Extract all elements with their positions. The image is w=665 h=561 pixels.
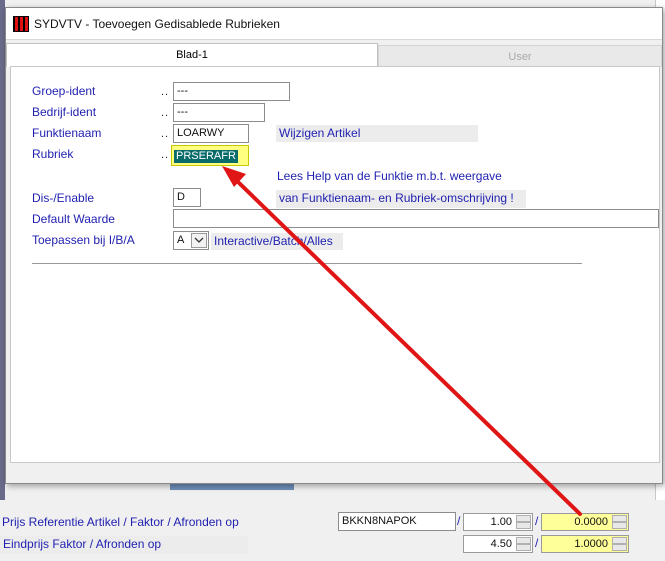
- toepassen-label: Toepassen bij I/B/A: [32, 233, 135, 247]
- eind-afronden-spinner[interactable]: 1.0000: [541, 535, 629, 553]
- bedrijf-ident-label: Bedrijf-ident: [32, 105, 97, 119]
- prijs-afronden-spinner[interactable]: 0.0000: [541, 513, 629, 531]
- funktienaam-description: Wijzigen Artikel: [276, 125, 478, 142]
- leader-dots: ..: [161, 107, 170, 119]
- tab-blad-1[interactable]: Blad-1: [6, 43, 378, 67]
- funktienaam-field[interactable]: LOARWY: [173, 124, 249, 143]
- spinner-arrows-icon[interactable]: [612, 537, 627, 551]
- rubriek-selected-text: PRSERAFR: [174, 150, 238, 163]
- app-icon: [13, 16, 29, 32]
- spinner-arrows-icon[interactable]: [516, 537, 531, 551]
- prijs-faktor-value: 1.00: [490, 516, 512, 528]
- separator-slash: /: [535, 514, 539, 528]
- toepassen-value: A: [177, 234, 185, 246]
- window-title: SYDVTV - Toevoegen Gedisablede Rubrieken: [34, 17, 280, 31]
- prijs-referentie-code-field[interactable]: BKKN8NAPOK: [338, 512, 456, 531]
- help-note-line-1: Lees Help van de Funktie m.b.t. weergave: [277, 169, 502, 183]
- prijs-faktor-spinner[interactable]: 1.00: [463, 513, 533, 531]
- title-bar[interactable]: SYDVTV - Toevoegen Gedisablede Rubrieken: [6, 8, 662, 40]
- prijs-afronden-value: 0.0000: [574, 516, 608, 528]
- groep-ident-field[interactable]: ---: [173, 82, 290, 101]
- separator-slash: /: [457, 514, 461, 528]
- dialog-window: SYDVTV - Toevoegen Gedisablede Rubrieken…: [5, 7, 663, 484]
- leader-dots: ..: [161, 149, 170, 161]
- spinner-arrows-icon[interactable]: [516, 515, 531, 529]
- chevron-down-icon[interactable]: [191, 233, 207, 248]
- rubriek-field[interactable]: PRSERAFR: [171, 145, 249, 166]
- default-waarde-field[interactable]: [173, 209, 659, 228]
- separator-slash: /: [535, 536, 539, 550]
- spinner-arrows-icon[interactable]: [612, 515, 627, 529]
- funktienaam-label: Funktienaam: [32, 126, 102, 140]
- eindprijs-label: Eindprijs Faktor / Afronden op: [0, 536, 248, 554]
- separator-line: [32, 263, 582, 264]
- tab-page-blad-1: Groep-ident .. --- Bedrijf-ident .. --- …: [10, 66, 660, 463]
- dis-enable-field[interactable]: D: [173, 188, 201, 207]
- eind-faktor-value: 4.50: [490, 538, 512, 550]
- groep-ident-label: Groep-ident: [32, 84, 96, 98]
- eind-faktor-spinner[interactable]: 4.50: [463, 535, 533, 553]
- default-waarde-label: Default Waarde: [32, 212, 115, 226]
- tab-user[interactable]: User: [378, 45, 662, 67]
- rubriek-label: Rubriek: [32, 147, 74, 161]
- eind-afronden-value: 1.0000: [574, 538, 608, 550]
- dis-enable-label: Dis-/Enable: [32, 191, 95, 205]
- toepassen-description: Interactive/Batch/Alles: [211, 233, 343, 250]
- prijs-referentie-label: Prijs Referentie Artikel / Faktor / Afro…: [2, 515, 239, 529]
- help-note-line-2: van Funktienaam- en Rubriek-omschrijving…: [276, 190, 526, 208]
- leader-dots: ..: [161, 128, 170, 140]
- bedrijf-ident-field[interactable]: ---: [173, 103, 265, 122]
- leader-dots: ..: [161, 86, 170, 98]
